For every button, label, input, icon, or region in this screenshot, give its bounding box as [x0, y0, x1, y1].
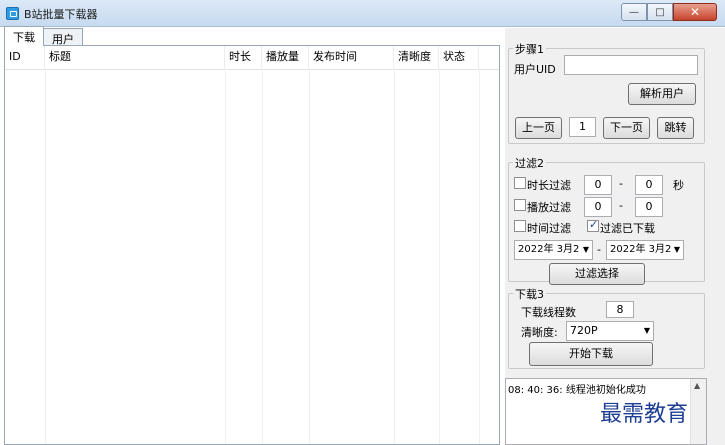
play-to-input[interactable]: 0	[635, 197, 663, 217]
step1-group: 步骤1 用户UID 解析用户 上一页 1 下一页 跳转	[508, 41, 705, 144]
log-scrollbar[interactable]: ▲	[690, 379, 706, 444]
parse-user-button[interactable]: 解析用户	[628, 83, 696, 105]
page-number-input[interactable]: 1	[569, 117, 596, 137]
step2-legend: 过滤2	[513, 155, 546, 171]
uid-label: 用户UID	[514, 63, 556, 76]
date-to-picker[interactable]: 2022年 3月2 ▼	[606, 240, 684, 260]
list-body[interactable]	[5, 71, 499, 444]
start-download-button[interactable]: 开始下载	[529, 342, 653, 366]
threads-input[interactable]: 8	[606, 301, 634, 318]
list-header: ID 标题 时长 播放量 发布时间 清晰度 状态	[5, 46, 499, 70]
close-button[interactable]: ✕	[673, 3, 717, 21]
time-filter-label: 时间过滤	[527, 222, 571, 235]
duration-filter-label: 时长过滤	[527, 179, 571, 192]
duration-filter-checkbox[interactable]	[514, 177, 526, 189]
scroll-up-icon[interactable]: ▲	[694, 381, 700, 390]
column-header-title[interactable]: 标题	[45, 46, 225, 70]
time-filter-checkbox[interactable]	[514, 220, 526, 232]
filter-select-button[interactable]: 过滤选择	[549, 263, 645, 285]
duration-to-input[interactable]: 0	[635, 175, 663, 195]
chevron-down-icon: ▼	[643, 326, 650, 335]
column-header-id[interactable]: ID	[5, 46, 45, 70]
video-list-panel: ID 标题 时长 播放量 发布时间 清晰度 状态	[4, 45, 500, 445]
app-icon	[6, 7, 19, 20]
tab-user[interactable]: 用户	[43, 28, 83, 46]
quality-select[interactable]: 720P ▼	[566, 321, 654, 341]
chevron-down-icon: ▼	[582, 245, 589, 254]
watermark: 最需教育	[600, 402, 689, 427]
duration-separator: -	[619, 177, 623, 190]
column-header-status[interactable]: 状态	[439, 46, 479, 70]
chevron-down-icon: ▼	[673, 245, 680, 254]
step3-group: 下载3 下载线程数 8 清晰度: 720P ▼ 开始下载	[508, 286, 705, 369]
window-title: B站批量下载器	[24, 8, 98, 21]
play-from-input[interactable]: 0	[584, 197, 612, 217]
column-header-duration[interactable]: 时长	[225, 46, 262, 70]
column-header-publish-time[interactable]: 发布时间	[309, 46, 394, 70]
uid-input[interactable]	[564, 55, 698, 75]
column-header-plays[interactable]: 播放量	[262, 46, 309, 70]
window-edge	[707, 28, 725, 445]
downloaded-filter-label: 过滤已下载	[600, 222, 655, 235]
play-separator: -	[619, 199, 623, 212]
step2-group: 过滤2 时长过滤 0 - 0 秒 播放过滤 0 - 0 时间过滤 过滤已下载 2…	[508, 155, 705, 285]
duration-unit: 秒	[673, 179, 684, 192]
minimize-button[interactable]: —	[621, 3, 647, 21]
step3-legend: 下载3	[513, 286, 546, 302]
column-header-quality[interactable]: 清晰度	[394, 46, 439, 70]
play-filter-label: 播放过滤	[527, 201, 571, 214]
quality-label: 清晰度:	[521, 326, 558, 339]
maximize-button[interactable]: □	[647, 3, 673, 21]
next-page-button[interactable]: 下一页	[603, 117, 650, 139]
date-separator: -	[597, 243, 601, 256]
tab-strip: 下载 用户	[4, 26, 83, 46]
play-filter-checkbox[interactable]	[514, 199, 526, 211]
log-line: 08: 40: 36: 线程池初始化成功	[508, 385, 646, 396]
control-panel: 步骤1 用户UID 解析用户 上一页 1 下一页 跳转 过滤2 时长过滤 0 -…	[505, 28, 707, 445]
duration-from-input[interactable]: 0	[584, 175, 612, 195]
date-from-picker[interactable]: 2022年 3月2 ▼	[514, 240, 593, 260]
step1-legend: 步骤1	[513, 41, 546, 57]
threads-label: 下载线程数	[521, 306, 576, 319]
tab-download[interactable]: 下载	[4, 26, 44, 46]
jump-button[interactable]: 跳转	[657, 117, 694, 139]
prev-page-button[interactable]: 上一页	[515, 117, 562, 139]
title-bar: B站批量下载器 — □ ✕	[0, 0, 725, 27]
downloaded-filter-checkbox[interactable]	[587, 218, 599, 232]
